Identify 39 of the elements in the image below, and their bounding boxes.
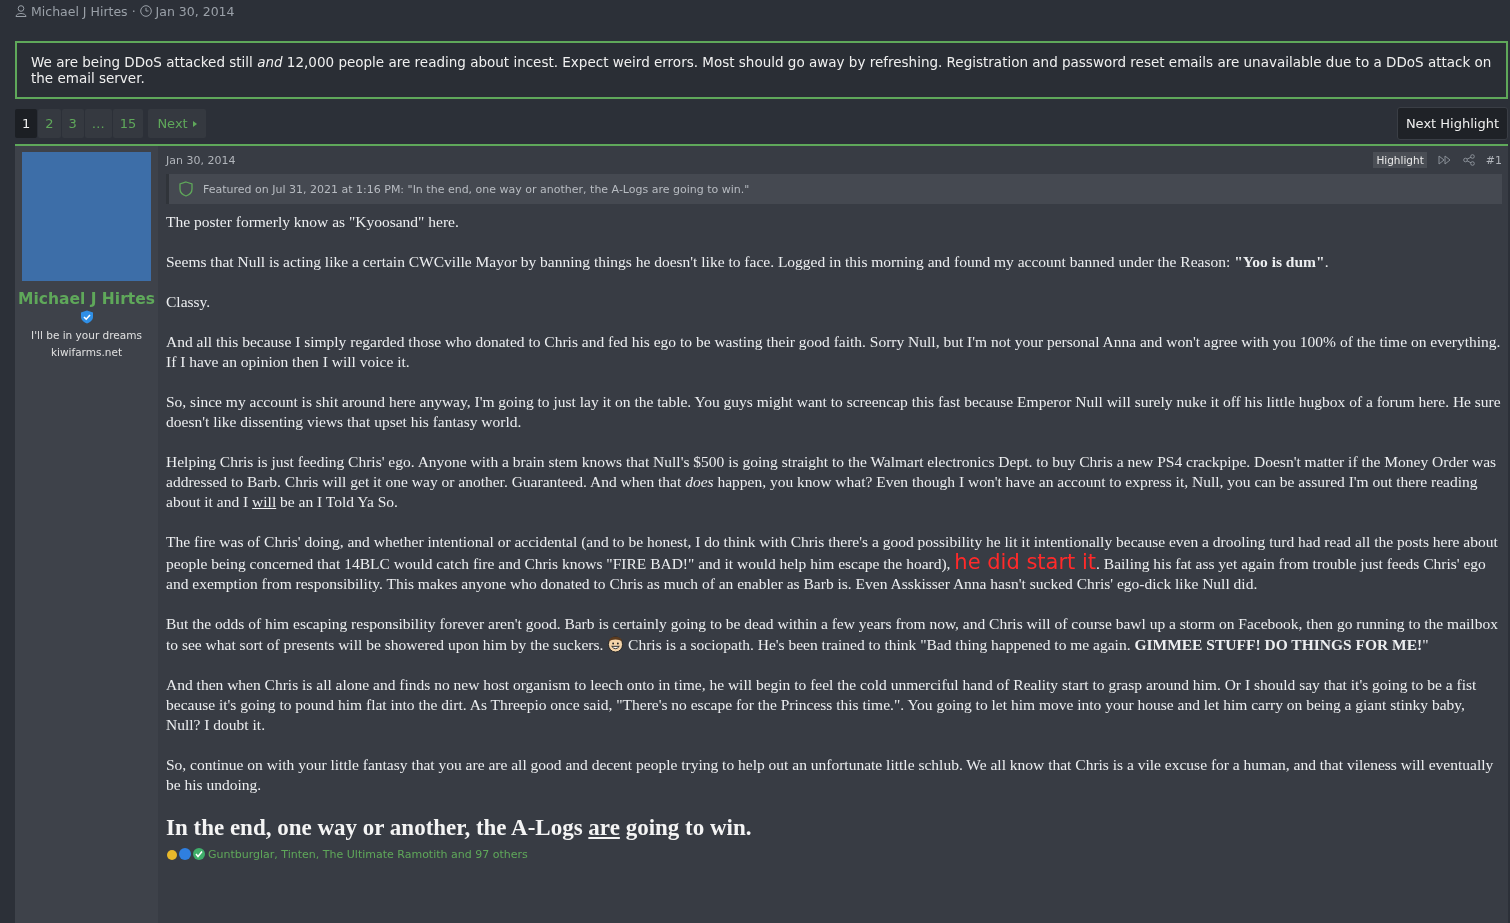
smiley-face-icon xyxy=(607,634,625,653)
separator: · xyxy=(131,3,136,19)
post-paragraph: But the odds of him escaping responsibility forever aren't good. Barb is certainly going to be dead within a few years from now, and Chris will of course bawl up a storm on Facebook, then go running to the mailbox to see what sort of presents will be showered upon him by the suckers. Chris is a sociopath. He's been trained to think "Bad thing happened to me again. GIMMEE STUFF! DO THINGS FOR ME!" xyxy=(166,614,1499,655)
post-paragraph: The fire was of Chris' doing, and whether intentional or accidental (and to be honest, I do think with Chris there's a good possibility he lit it intentionally because even a drooling turd had read all the posts here about people being concerned that 14BLC would catch fire and Chris knows "FIRE BAD!" and it would help him escape the hoard), he did start it. Bailing his fat ass yet again from trouble just feeds Chris' ego and exemption from responsibility. This makes anyone who donated to Chris as much of an enabler as Barb is. Even Asskisser Anna hasn't sucked Chris' ego-dick like Null did. xyxy=(166,532,1499,594)
post-paragraph: Helping Chris is just feeding Chris' ego. Anyone with a brain stem knows that Null's $500 is going straight to the Walmart electronics Dept. to buy Chris a new PS4 crackpipe. Doesn't matter if the Money Order was addressed to Barb. Chris will get it one way or another. Guaranteed. And when that does happen, you know what? Even though I won't have an account to express it, Null, you can be assured I'm out there reading about it and I will be an I Told Ya So. xyxy=(166,452,1498,512)
next-highlight-button[interactable]: Next Highlight xyxy=(1396,107,1508,140)
featured-text: Featured on Jul 31, 2021 at 1:16 PM: "In the end, one way or another, the A-Logs are going to win." xyxy=(203,182,750,196)
post-paragraph: Classy. xyxy=(166,292,212,312)
post-date: Jan 30, 2014 xyxy=(166,153,236,167)
user-title: I'll be in your dreams xyxy=(31,329,142,341)
verified-badge-icon xyxy=(79,310,94,324)
user-site: kiwifarms.net xyxy=(50,346,122,358)
post-paragraph: So, since my account is shit around here anyway, I'm going to just lay it on the table. You guys might want to screencap this fast because Emperor Null will surely nuke it off his little hugbox of a forum here. He sure doesn't like dissenting views that upset his fantasy world. xyxy=(166,392,1502,432)
highlight-tag[interactable]: Highlight xyxy=(1373,152,1427,168)
user-icon xyxy=(15,5,27,17)
clock-icon xyxy=(139,5,152,17)
share-icon[interactable] xyxy=(1462,154,1475,166)
post-paragraph: So, continue on with your little fantasy that you are are all good and decent people trying to help out an unfortunate little schlub. We all know that Chris is a vile excuse for a human, and that vileness will eventually be his undoing. xyxy=(166,755,1495,795)
notice-text: We are being DDoS attacked still and 12,000 people are reading about incest. Expect weird errors. Most should go away by refreshing. Registration and password reset emails are unavailable due to a DDoS attack on the email server. xyxy=(31,54,1492,86)
page-link[interactable]: 15 xyxy=(112,109,144,138)
post-number-link[interactable]: #1 xyxy=(1485,153,1502,167)
post-paragraph: And all this because I simply regarded those who donated to Chris and fed his ego to be wasting their good faith. Sorry Null, but I'm not your personal Anna and won't agree with you 100% of the time on everything. If I have an opinion then I will voice it. xyxy=(166,332,1502,372)
shield-icon xyxy=(179,181,193,197)
caret-icon xyxy=(192,120,197,127)
closing-heading: In the end, one way or another, the A-Logs are going to win. xyxy=(166,815,753,841)
author-link[interactable]: Michael J Hirtes xyxy=(31,3,128,19)
page-link[interactable]: 3 xyxy=(61,109,84,138)
page-link[interactable]: 2 xyxy=(38,109,61,138)
page-link[interactable]: 1 xyxy=(15,109,38,138)
username[interactable]: Michael J Hirtes xyxy=(18,290,155,308)
next-page-button[interactable]: Next xyxy=(148,109,206,138)
reactions-link[interactable]: Guntburglar, Tinten, The Ultimate Ramotith and 97 others xyxy=(208,847,528,861)
post-paragraph: And then when Chris is all alone and finds no new host organism to leech onto in time, he will begin to feel the cold unmerciful hand of Reality start to grasp around him. Or I should say that it's going to be a fist because it's going to pound him flat into the dirt. As Threepio once said, "There's no escape for the Princess this time.". You going to let him move into your house and let him carry on being a giant stinky baby, Null? I doubt it. xyxy=(166,675,1478,735)
fast-forward-icon[interactable] xyxy=(1437,155,1452,165)
page-link[interactable]: … xyxy=(84,109,112,138)
post-paragraph: Seems that Null is acting like a certain CWCville Mayor by banning things he doesn't like to face. Logged in this morning and found my account banned under the Reason: "Yoo is dum". xyxy=(166,252,1330,272)
post-date: Jan 30, 2014 xyxy=(155,3,235,19)
reaction-icons xyxy=(166,847,206,861)
post-paragraph: The poster formerly know as "Kyoosand" here. xyxy=(166,212,460,232)
